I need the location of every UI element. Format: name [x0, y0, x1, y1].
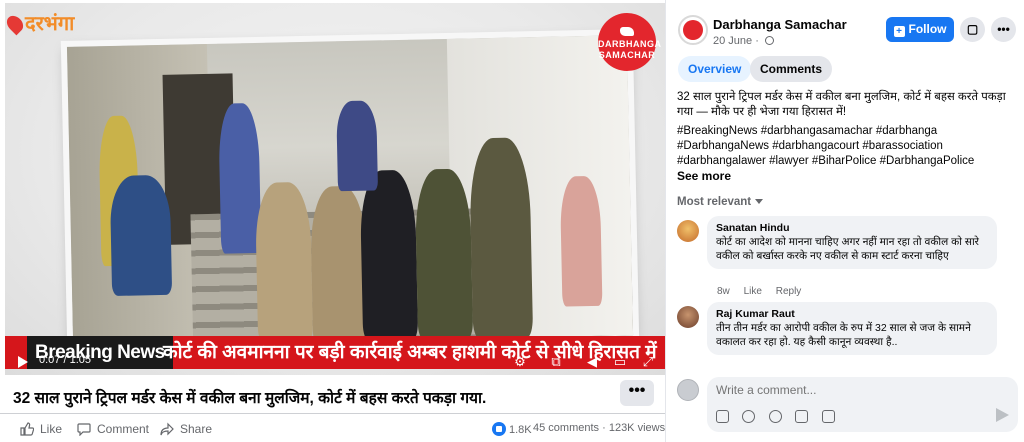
like-label: Like: [40, 422, 63, 436]
scene-person: [359, 169, 419, 341]
emoji-icon[interactable]: [742, 410, 756, 423]
send-icon[interactable]: [996, 408, 1009, 422]
video-player[interactable]: दरभंगा DARBHANGA SAMACHAR Breaking News …: [5, 3, 665, 375]
comment-sort-dropdown[interactable]: Most relevant: [677, 196, 764, 208]
comment-input[interactable]: [716, 383, 1006, 397]
fullscreen-icon[interactable]: ⤢: [640, 354, 656, 370]
video-scene-image: [66, 35, 634, 347]
video-controls: 0:07 / 1:05 ⚙ ⧉ ◀ ▭ ⤢: [5, 349, 665, 375]
facebook-video-viewer: दरभंगा DARBHANGA SAMACHAR Breaking News …: [0, 0, 1024, 442]
scene-person: [414, 168, 474, 340]
thumbs-up-icon: [20, 422, 35, 436]
comment-bubble: Sanatan Hindu कोर्ट का आदेश को मानना चाह…: [707, 216, 997, 269]
like-reaction-icon: [492, 422, 506, 436]
location-pin-icon: [5, 12, 27, 36]
smiley-icon[interactable]: [768, 410, 782, 423]
reaction-count[interactable]: 1.8K: [492, 422, 532, 436]
comment-author[interactable]: Raj Kumar Raut: [716, 307, 988, 321]
globe-icon: [764, 36, 774, 45]
see-more-link[interactable]: See more: [677, 169, 731, 183]
volume-icon[interactable]: ◀: [584, 354, 600, 370]
follow-button[interactable]: + Follow: [886, 17, 954, 42]
save-post-button[interactable]: ▢: [960, 17, 985, 42]
comment-time: 8w: [717, 286, 730, 297]
share-label: Share: [180, 422, 213, 436]
avatar[interactable]: [677, 306, 699, 328]
settings-icon[interactable]: ⚙: [512, 354, 528, 370]
brand-logo-circle: DARBHANGA SAMACHAR: [598, 13, 661, 71]
brand-logo-text: DARBHANGA SAMACHAR: [598, 39, 662, 60]
post-hashtags[interactable]: #BreakingNews #darbhangasamachar #darbha…: [677, 124, 1017, 169]
comment-text: तीन तीन मर्डर का आरोपी वकील के रुप में 3…: [716, 322, 971, 348]
post-date: 20 June ·: [713, 35, 774, 47]
post-details-panel: Darbhanga Samachar 20 June · + Follow ▢ •…: [665, 0, 1024, 442]
comment-sort-label: Most relevant: [677, 196, 752, 208]
composer-tools: [716, 410, 844, 428]
stats-separator: ·: [602, 422, 609, 434]
share-icon: [160, 422, 174, 436]
add-page-icon: +: [893, 26, 905, 37]
comment-icon: [77, 423, 91, 437]
comment-box: [707, 377, 1018, 432]
comment-author[interactable]: Sanatan Hindu: [716, 221, 988, 235]
video-title: 32 साल पुराने ट्रिपल मर्डर केस में वकील …: [13, 390, 487, 407]
video-time: 0:07 / 1:05: [39, 354, 91, 366]
scene-person: [109, 174, 173, 297]
post-date-text: 20 June: [713, 35, 753, 47]
post-caption: 32 साल पुराने ट्रिपल मर्डर केस में वकील …: [677, 91, 1006, 118]
like-button[interactable]: Like: [20, 422, 62, 436]
chevron-down-icon: [755, 199, 764, 204]
watermark-text: दरभंगा: [25, 13, 75, 35]
comment-label: Comment: [97, 422, 150, 436]
reaction-count-text: 1.8K: [509, 424, 532, 436]
sticker-icon[interactable]: [821, 410, 835, 423]
scene-person: [559, 175, 603, 307]
action-bar: Like Comment Share 1.8K 45 comments · 12…: [0, 413, 665, 442]
comment-button[interactable]: Comment: [77, 422, 150, 437]
play-icon[interactable]: [18, 356, 28, 368]
comment-text: कोर्ट का आदेश को मानना चाहिए अगर नहीं मा…: [716, 236, 979, 262]
scene-person: [309, 185, 369, 347]
scene-person: [254, 181, 314, 343]
ellipsis-icon: •••: [997, 22, 1010, 36]
page-avatar[interactable]: [678, 15, 708, 45]
comment-bubble: Raj Kumar Raut तीन तीन मर्डर का आरोपी वक…: [707, 302, 997, 355]
tab-overview[interactable]: Overview: [678, 56, 752, 82]
minimize-icon[interactable]: ▭: [612, 354, 628, 370]
scene-person: [468, 137, 534, 339]
comment-reply-button[interactable]: Reply: [776, 286, 802, 297]
comments-count[interactable]: 45 comments: [533, 422, 599, 434]
avatar-sticker-icon[interactable]: [716, 410, 729, 423]
video-column: दरभंगा DARBHANGA SAMACHAR Breaking News …: [0, 0, 665, 442]
share-button[interactable]: Share: [160, 422, 212, 436]
tab-comments[interactable]: Comments: [750, 56, 833, 82]
comment-meta: 8w Like Reply: [717, 286, 812, 297]
page-name[interactable]: Darbhanga Samachar: [713, 17, 847, 32]
more-menu-button[interactable]: •••: [991, 17, 1016, 42]
channel-watermark: दरभंगा: [5, 9, 75, 36]
scene-person: [218, 102, 262, 254]
picture-in-picture-icon[interactable]: ⧉: [548, 354, 564, 370]
avatar: [677, 379, 699, 401]
comment-like-button[interactable]: Like: [744, 286, 762, 297]
post-stats: 45 comments · 123K views: [533, 422, 665, 434]
bookmark-icon: ▢: [966, 22, 979, 36]
avatar[interactable]: [677, 220, 699, 242]
gif-icon[interactable]: [795, 410, 809, 423]
views-count: 123K views: [608, 422, 666, 434]
map-icon: [620, 27, 634, 36]
scene-person: [336, 100, 378, 192]
follow-label: Follow: [908, 22, 947, 36]
more-options-button[interactable]: •••: [620, 380, 654, 406]
